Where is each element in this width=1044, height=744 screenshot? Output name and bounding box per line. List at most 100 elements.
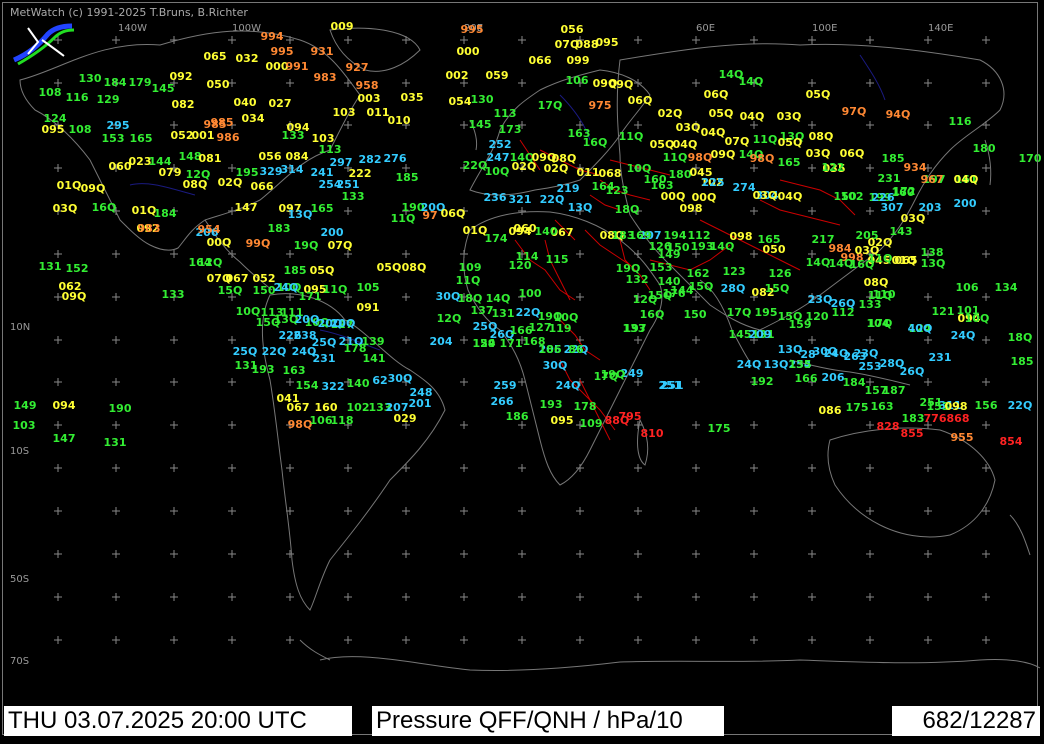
grid-cross <box>808 36 816 44</box>
station-pressure-label: 113 <box>319 143 342 156</box>
grid-cross <box>286 636 294 644</box>
grid-cross <box>982 164 990 172</box>
grid-cross <box>402 550 410 558</box>
grid-cross <box>112 36 120 44</box>
grid-cross <box>286 378 294 386</box>
station-pressure-label: 22Q <box>540 193 565 206</box>
station-pressure-label: 329 <box>260 165 283 178</box>
station-pressure-label: 02Q <box>658 107 683 120</box>
grid-cross <box>750 507 758 515</box>
station-pressure-label: 197 <box>624 322 647 335</box>
station-pressure-label: 02Q <box>868 236 893 249</box>
station-pressure-label: 178 <box>574 400 597 413</box>
station-pressure-label: 986 <box>217 131 240 144</box>
station-pressure-label: 00Q <box>207 236 232 249</box>
station-pressure-label: 15Q <box>765 282 790 295</box>
grid-cross <box>576 593 584 601</box>
grid-cross <box>982 293 990 301</box>
station-pressure-label: 86 <box>568 343 584 356</box>
station-pressure-label: 24Q <box>556 379 581 392</box>
station-pressure-label: 04Q <box>701 126 726 139</box>
station-pressure-label: 102 <box>347 401 370 414</box>
grid-cross <box>112 636 120 644</box>
station-pressure-label: 160 <box>315 401 338 414</box>
grid-cross <box>924 636 932 644</box>
station-pressure-label: 06Q <box>704 88 729 101</box>
station-pressure-label: 13Q <box>778 343 803 356</box>
station-pressure-label: 955 <box>951 431 974 444</box>
station-pressure-label: 154 <box>473 337 496 350</box>
grid-cross <box>112 378 120 386</box>
station-pressure-label: 192 <box>751 375 774 388</box>
grid-cross <box>54 464 62 472</box>
station-pressure-label: 01Q <box>57 179 82 192</box>
station-pressure-label: 029 <box>394 412 417 425</box>
australia-coast <box>827 427 996 538</box>
grid-cross <box>460 336 468 344</box>
station-pressure-label: 119 <box>549 322 572 335</box>
station-pressure-label: 11Q <box>619 130 644 143</box>
station-pressure-label: 066 <box>251 180 274 193</box>
grid-cross <box>54 550 62 558</box>
station-pressure-label: 975 <box>589 99 612 112</box>
station-pressure-label: 23Q <box>808 293 833 306</box>
station-pressure-label: 22Q <box>463 159 488 172</box>
grid-cross <box>808 336 816 344</box>
station-pressure-label: 983 <box>138 222 161 235</box>
station-pressure-label: 130 <box>471 93 494 106</box>
lat-label: 50S <box>10 574 29 585</box>
station-pressure-label: 20Q <box>295 313 320 326</box>
station-pressure-label: 187 <box>883 384 906 397</box>
grid-cross <box>924 36 932 44</box>
grid-cross <box>692 378 700 386</box>
station-pressure-label: 102 <box>841 190 864 203</box>
grid-cross <box>228 250 236 258</box>
station-pressure-label: 131 <box>104 436 127 449</box>
station-pressure-label: 17Q <box>727 306 752 319</box>
grid-cross <box>112 293 120 301</box>
station-pressure-label: 995 <box>271 45 294 58</box>
station-pressure-label: 095 <box>551 414 574 427</box>
lat-label: 10N <box>10 322 30 333</box>
grid-cross <box>634 464 642 472</box>
grid-cross <box>112 507 120 515</box>
grid-cross <box>54 378 62 386</box>
grid-cross <box>634 550 642 558</box>
station-pressure-label: 13Q <box>921 257 946 270</box>
station-pressure-label: 00Q <box>661 190 686 203</box>
station-pressure-label: 30Q <box>813 345 838 358</box>
grid-cross <box>750 164 758 172</box>
station-pressure-label: 050 <box>763 243 786 256</box>
station-pressure-label: 17Q <box>868 317 893 330</box>
grid-cross <box>518 507 526 515</box>
station-pressure-label: 828 <box>877 420 900 433</box>
station-pressure-label: 165 <box>130 132 153 145</box>
grid-cross <box>808 421 816 429</box>
station-pressure-label: 259 <box>494 379 517 392</box>
grid-cross <box>808 464 816 472</box>
grid-cross <box>866 336 874 344</box>
station-pressure-label: 094 <box>53 399 76 412</box>
station-pressure-label: 082 <box>172 98 195 111</box>
station-pressure-label: 059 <box>486 69 509 82</box>
grid-cross <box>866 636 874 644</box>
grid-cross <box>924 121 932 129</box>
grid-cross <box>750 36 758 44</box>
station-pressure-label: 175 <box>708 422 731 435</box>
station-pressure-label: 98Q <box>688 151 713 164</box>
footer-parameter: Pressure QFF/QNH / hPa/10 <box>372 706 724 736</box>
station-pressure-label: 776 <box>924 412 947 425</box>
lat-label: 10S <box>10 446 29 457</box>
grid-cross <box>866 507 874 515</box>
station-pressure-label: 01Q <box>892 254 917 267</box>
station-pressure-label: 868 <box>947 412 970 425</box>
station-pressure-label: 02Q <box>512 160 537 173</box>
grid-cross <box>924 79 932 87</box>
station-pressure-label: 149 <box>14 399 37 412</box>
station-pressure-label: 160 <box>892 186 915 199</box>
station-pressure-label: 983 <box>314 71 337 84</box>
station-pressure-label: 13Q <box>288 208 313 221</box>
station-pressure-label: 171 <box>299 290 322 303</box>
station-pressure-label: 122 <box>822 161 845 174</box>
station-pressure-label: 05Q <box>806 88 831 101</box>
